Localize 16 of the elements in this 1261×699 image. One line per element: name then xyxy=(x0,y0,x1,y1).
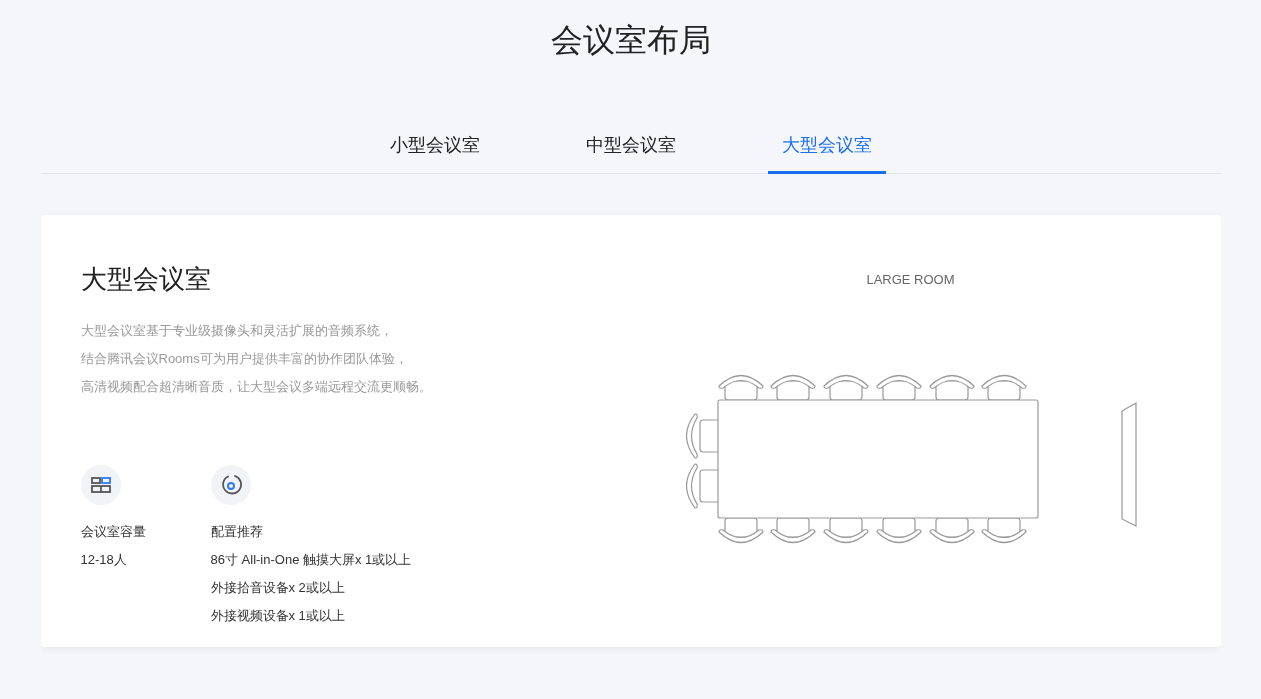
spec-value: 86寸 All-in-One 触摸大屏x 1或以上 xyxy=(210,551,413,569)
spec-label: 配置推荐 xyxy=(210,523,264,541)
description-text: 高清视频配合超清晰音质，让大型会议多端远程交流更顺畅。 xyxy=(80,378,433,396)
tab[interactable]: 小型会议室 xyxy=(375,126,494,174)
description-text: 结合腾讯会议Rooms可为用户提供丰富的协作团队体验， xyxy=(80,350,409,368)
spec-value: 外接视频设备x 1或以上 xyxy=(210,607,346,625)
spec-value: 12-18人 xyxy=(80,551,128,569)
diagram-label: LARGE ROOM xyxy=(866,271,955,289)
grid-icon xyxy=(90,477,111,493)
description-text: 大型会议室基于专业级摄像头和灵活扩展的音频系统， xyxy=(80,322,394,340)
card-title: 大型会议室 xyxy=(80,263,212,296)
page-title: 会议室布局 xyxy=(549,21,712,60)
spec-value: 外接拾音设备x 2或以上 xyxy=(210,579,346,597)
tab[interactable]: 中型会议室 xyxy=(571,126,690,174)
spec-label: 会议室容量 xyxy=(80,523,147,541)
tab[interactable]: 大型会议室 xyxy=(767,126,886,174)
